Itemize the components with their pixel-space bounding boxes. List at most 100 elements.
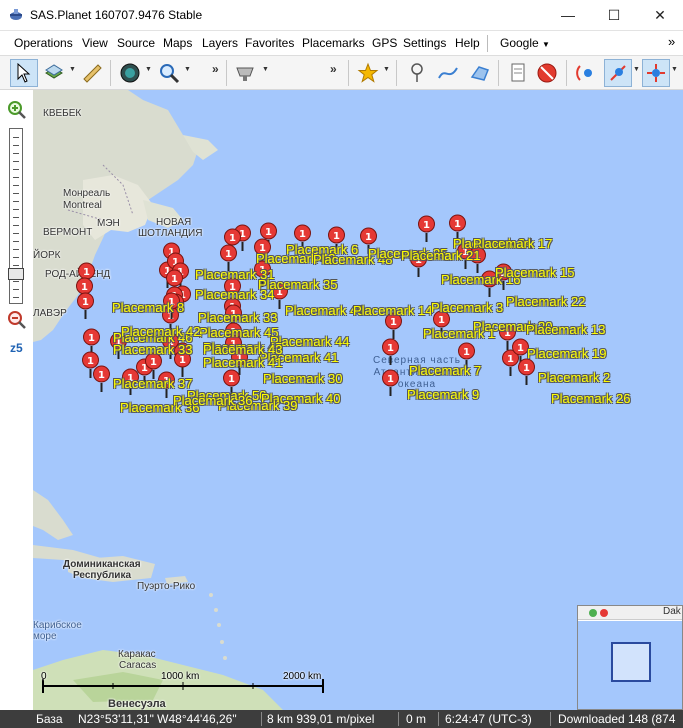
chevron-down-icon[interactable]: ▼ (69, 66, 76, 73)
minimap-map[interactable] (578, 621, 682, 709)
add-path-button[interactable] (434, 59, 462, 87)
chevron-down-icon[interactable]: ▼ (671, 66, 678, 73)
favorites-button[interactable] (354, 59, 382, 87)
placemark-pin[interactable]: 1 (418, 215, 435, 243)
globe-compass-button[interactable] (116, 59, 144, 87)
minimize-button[interactable]: — (545, 0, 591, 30)
menu-favorites[interactable]: Favorites (245, 36, 294, 50)
menu-view[interactable]: View (82, 36, 108, 50)
svg-text:1: 1 (299, 229, 306, 240)
status-downloaded: Downloaded 148 (874 (558, 712, 676, 726)
placemark-label: Placemark 13 (526, 322, 606, 337)
chevron-down-icon[interactable]: ▼ (145, 66, 152, 73)
map-layers-icon (45, 64, 63, 79)
map-view[interactable]: КВЕБЕК Монреаль Montreal МЭН НОВАЯ ВЕРМО… (33, 90, 683, 710)
satellite-source-button[interactable] (232, 59, 260, 87)
placemark-list-icon (511, 63, 525, 82)
svg-text:1: 1 (171, 274, 178, 285)
chevron-down-icon[interactable]: ▼ (633, 66, 640, 73)
search-engine-select[interactable]: Google ▼ (500, 36, 550, 50)
menu-layers[interactable]: Layers (202, 36, 238, 50)
placemark-label: Placemark 36 (173, 393, 253, 408)
placemark-label: Placemark 41 (203, 355, 283, 370)
placemark-label: Placemark 7 (409, 363, 482, 378)
svg-text:1: 1 (333, 231, 340, 242)
map-label-montreal-ru: Монреаль (63, 188, 111, 199)
gps-center-button[interactable] (642, 59, 670, 87)
placemark-label: Placemark 17 (473, 236, 553, 251)
toolbar-overflow-button[interactable]: » (212, 62, 219, 76)
gps-connect-button[interactable] (572, 59, 600, 87)
svg-text:1: 1 (454, 219, 461, 230)
svg-text:1: 1 (387, 374, 394, 385)
star-icon (357, 62, 379, 83)
toolbar-overflow-button[interactable]: » (330, 62, 337, 76)
map-label-venezuela: Венесуэла (108, 698, 166, 710)
svg-text:1: 1 (98, 370, 105, 381)
placemark-pin[interactable]: 1 (382, 369, 399, 397)
map-label-caracas-ru: Каракас (118, 649, 156, 660)
ruler-button[interactable] (78, 59, 106, 87)
status-resolution: 8 km 939,01 m/pixel (267, 712, 375, 726)
placemark-label: Placemark 42 (121, 324, 201, 339)
status-base-label: База (36, 712, 63, 726)
add-polygon-button[interactable] (466, 59, 494, 87)
hide-placemarks-button[interactable] (533, 59, 561, 87)
minimap-zoom-out-button[interactable] (600, 609, 608, 617)
svg-text:1: 1 (463, 347, 470, 358)
placemark-pin[interactable]: 1 (77, 292, 94, 320)
zoom-level-label: z5 (10, 341, 23, 355)
zoom-slider-thumb[interactable] (8, 268, 24, 280)
placemark-label: Placemark 8 (112, 300, 185, 315)
menu-operations[interactable]: Operations (14, 36, 73, 50)
zoom-out-button[interactable] (7, 310, 27, 330)
menu-bar: Operations View Source Maps Layers Favor… (0, 31, 683, 56)
chevron-down-icon[interactable]: ▼ (383, 66, 390, 73)
svg-text:1: 1 (438, 315, 445, 326)
minimap-label: Dak (663, 606, 681, 617)
minimap[interactable]: Dak (577, 605, 683, 710)
placemark-label: Placemark 3 (431, 300, 504, 315)
svg-text:1: 1 (82, 297, 89, 308)
zoom-in-button[interactable] (7, 100, 27, 120)
menu-source[interactable]: Source (117, 36, 155, 50)
close-button[interactable]: ✕ (637, 0, 683, 30)
menu-help[interactable]: Help (455, 36, 480, 50)
menu-overflow-button[interactable]: » (668, 34, 675, 49)
svg-text:1: 1 (390, 317, 397, 328)
status-coordinates: N23°53'11,31" W48°44'46,26" (78, 712, 237, 726)
placemark-pin[interactable]: 1 (93, 365, 110, 393)
add-placemark-button[interactable] (403, 59, 431, 87)
zoom-slider[interactable] (8, 128, 24, 304)
status-elevation: 0 m (406, 712, 427, 726)
map-label-montreal: Montreal (63, 200, 102, 211)
zoom-tool-button[interactable] (155, 59, 183, 87)
menu-maps[interactable]: Maps (163, 36, 192, 50)
map-label-republic: Республика (73, 570, 132, 581)
map-label-delaware: ЛАВЭР (33, 308, 67, 319)
gps-track-button[interactable] (604, 59, 632, 87)
select-tool-button[interactable] (10, 59, 38, 87)
placemark-pin[interactable]: 1 (382, 338, 399, 366)
menu-settings[interactable]: Settings (403, 36, 446, 50)
chevron-down-icon[interactable]: ▼ (262, 66, 269, 73)
gps-center-icon (647, 64, 665, 82)
map-layers-button[interactable] (40, 59, 68, 87)
map-label-vermont: ВЕРМОНТ (43, 227, 93, 238)
placemark-list-button[interactable] (504, 59, 532, 87)
placemark-label: Placemark 30 (263, 371, 343, 386)
sas-planet-app-icon (10, 9, 22, 20)
placemark-label: Placemark 34 (195, 287, 275, 302)
placemark-label: Placemark 2 (538, 370, 611, 385)
minimap-zoom-in-button[interactable] (589, 609, 597, 617)
maximize-button[interactable]: ☐ (591, 0, 637, 30)
placemark-label: Placemark 9 (407, 387, 480, 402)
minimap-viewport[interactable] (611, 642, 651, 682)
gps-signal-icon (576, 65, 592, 81)
menu-gps[interactable]: GPS (372, 36, 397, 50)
placemark-pin[interactable]: 1 (518, 358, 535, 386)
placemark-label: Placemark 26 (551, 391, 631, 406)
menu-placemarks[interactable]: Placemarks (302, 36, 365, 50)
chevron-down-icon[interactable]: ▼ (184, 66, 191, 73)
svg-text:1: 1 (229, 233, 236, 244)
